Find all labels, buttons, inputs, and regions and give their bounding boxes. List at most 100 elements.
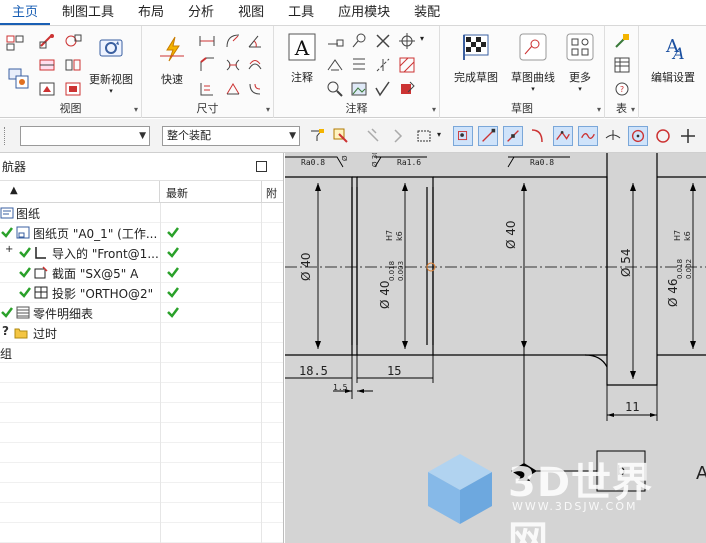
centerline-icon[interactable] bbox=[374, 56, 392, 74]
annotation-more-dropdown-icon[interactable]: ▾ bbox=[420, 34, 424, 43]
surface-finish-icon[interactable] bbox=[374, 80, 392, 98]
tree-row-drawing[interactable]: 图纸 bbox=[0, 203, 283, 223]
ribbon: 更新视图 ▾ 视图 ▾ 快速 尺寸 ▾ A 注释 ▾ 注释 ▾ 完成草图 草图曲… bbox=[0, 26, 706, 118]
area-fill-icon[interactable] bbox=[398, 80, 416, 98]
view-creation-wizard-icon[interactable] bbox=[8, 68, 30, 90]
table-group-launcher-icon[interactable]: ▾ bbox=[631, 105, 635, 114]
tabular-note-icon[interactable] bbox=[613, 32, 631, 50]
rectangle-select-icon[interactable] bbox=[415, 126, 435, 146]
selection-scope-combo[interactable]: 整个装配 ▼ bbox=[162, 126, 300, 146]
parts-list-icon[interactable] bbox=[613, 56, 631, 74]
image-annotation-icon[interactable] bbox=[350, 80, 368, 98]
name-column-header[interactable]: ▲ bbox=[0, 181, 160, 203]
tab-home[interactable]: 主页 bbox=[0, 0, 51, 25]
view-group-launcher-icon[interactable]: ▾ bbox=[134, 105, 138, 114]
diameter-40-left-label: Ø 40 bbox=[299, 252, 313, 281]
cross-annotation-icon[interactable] bbox=[374, 32, 392, 50]
snap-endpoint-icon[interactable] bbox=[478, 126, 498, 146]
chamfer-dimension-icon[interactable] bbox=[198, 56, 216, 74]
feature-control-frame-icon[interactable] bbox=[326, 32, 344, 50]
tree-row-group[interactable]: 组 bbox=[0, 343, 283, 363]
weld-symbol-icon[interactable] bbox=[350, 56, 368, 74]
snap-on-curve-icon[interactable] bbox=[578, 126, 598, 146]
projected-view-icon[interactable] bbox=[38, 32, 56, 50]
latest-column-header[interactable]: 最新 bbox=[166, 185, 188, 201]
linear-dimension-icon[interactable] bbox=[198, 32, 216, 50]
thickness-dimension-icon[interactable] bbox=[224, 56, 242, 74]
toolbar-grip[interactable] bbox=[4, 127, 6, 145]
section-view-icon[interactable] bbox=[38, 56, 56, 74]
snap-control-point-icon[interactable] bbox=[528, 126, 548, 146]
image-view-icon[interactable] bbox=[64, 80, 82, 98]
snap-midpoint-icon[interactable] bbox=[503, 126, 523, 146]
snap-enable-icon[interactable] bbox=[453, 126, 473, 146]
type-filter-combo[interactable]: ▼ bbox=[20, 126, 150, 146]
checkmark-icon[interactable] bbox=[0, 225, 14, 239]
tab-analysis[interactable]: 分析 bbox=[176, 0, 226, 25]
sketch-group-launcher-icon[interactable]: ▾ bbox=[597, 105, 601, 114]
base-view-icon[interactable] bbox=[6, 34, 24, 52]
tab-layout[interactable]: 布局 bbox=[126, 0, 176, 25]
tree-row-sheet[interactable]: 图纸页 "A0_1" (工作... bbox=[0, 223, 283, 243]
radial-dimension-icon[interactable] bbox=[224, 32, 242, 50]
tab-tools[interactable]: 工具 bbox=[276, 0, 326, 25]
rapid-dimension-button[interactable]: 快速 bbox=[150, 34, 194, 87]
ordinate-dimension-icon[interactable] bbox=[198, 80, 216, 98]
arc-length-dimension-icon[interactable] bbox=[246, 56, 264, 74]
tree-row-projected-view[interactable]: 投影 "ORTHO@2" bbox=[0, 283, 283, 303]
finish-sketch-button[interactable]: 完成草图 bbox=[446, 32, 506, 85]
snap-tangent-icon[interactable] bbox=[603, 126, 623, 146]
dimension-group-launcher-icon[interactable]: ▾ bbox=[266, 105, 270, 114]
checkmark-icon[interactable] bbox=[18, 265, 32, 279]
snap-arc-center-icon[interactable] bbox=[628, 126, 648, 146]
diameter-46-label: Ø 46 bbox=[666, 278, 680, 307]
drawing-view-icon[interactable] bbox=[38, 80, 56, 98]
diameter-40-fit-label: Ø 40 bbox=[378, 280, 392, 309]
symbol-search-icon[interactable] bbox=[326, 80, 344, 98]
snap-point-on-grid-icon[interactable] bbox=[678, 126, 698, 146]
perimeter-dimension-icon[interactable] bbox=[224, 80, 242, 98]
tab-application[interactable]: 应用模块 bbox=[326, 0, 402, 25]
tree-row-imported-view[interactable]: + 导入的 "Front@1... bbox=[0, 243, 283, 263]
tab-assembly[interactable]: 装配 bbox=[402, 0, 452, 25]
general-selection-filter-icon[interactable] bbox=[307, 126, 327, 146]
small-diameter-label-2: Ø 30 bbox=[371, 153, 379, 167]
attachment-column-header[interactable]: 附 bbox=[261, 181, 284, 203]
deselect-filter-icon[interactable] bbox=[363, 126, 383, 146]
sketch-curve-dropdown-icon[interactable]: ▾ bbox=[508, 85, 558, 93]
update-view-dropdown-icon[interactable]: ▾ bbox=[86, 87, 136, 95]
target-point-icon[interactable] bbox=[398, 32, 416, 50]
assembly-filter-icon[interactable] bbox=[389, 126, 409, 146]
part-navigator-filter-icon[interactable] bbox=[331, 126, 351, 146]
annotation-group-launcher-icon[interactable]: ▾ bbox=[432, 105, 436, 114]
snap-intersection-icon[interactable] bbox=[553, 126, 573, 146]
datum-target-icon[interactable] bbox=[326, 56, 344, 74]
tree-row-section-view[interactable]: 截面 "SX@5" A bbox=[0, 263, 283, 283]
auto-balloon-icon[interactable]: ? bbox=[613, 80, 631, 98]
dimension-group: 快速 尺寸 ▾ bbox=[142, 26, 274, 118]
select-mode-dropdown-icon[interactable]: ▾ bbox=[437, 130, 441, 139]
tab-view[interactable]: 视图 bbox=[226, 0, 276, 25]
expand-plus-icon[interactable]: + bbox=[5, 244, 13, 255]
angular-dimension-icon[interactable] bbox=[246, 32, 264, 50]
checkmark-icon[interactable] bbox=[18, 245, 32, 259]
datum-feature-symbol-icon[interactable] bbox=[350, 32, 368, 50]
sketch-curve-button[interactable]: 草图曲线 ▾ bbox=[508, 32, 558, 93]
checkmark-icon[interactable] bbox=[18, 285, 32, 299]
tab-drafting-tools[interactable]: 制图工具 bbox=[50, 0, 126, 25]
hatch-icon[interactable] bbox=[398, 56, 416, 74]
detail-view-icon[interactable] bbox=[64, 32, 82, 50]
update-view-button[interactable]: 更新视图 ▾ bbox=[86, 34, 136, 95]
feature-parameters-icon[interactable] bbox=[246, 80, 264, 98]
tree-row-parts-list[interactable]: 零件明细表 bbox=[0, 303, 283, 323]
tree-row-out-of-date[interactable]: ? 过时 bbox=[0, 323, 283, 343]
maximize-icon[interactable] bbox=[256, 161, 267, 172]
edit-settings-button[interactable]: AA 编辑设置 bbox=[643, 32, 703, 85]
sketch-more-button[interactable]: 更多 ▾ bbox=[560, 32, 600, 93]
break-view-icon[interactable] bbox=[64, 56, 82, 74]
snap-quadrant-icon[interactable] bbox=[653, 126, 673, 146]
sketch-more-dropdown-icon[interactable]: ▾ bbox=[560, 85, 600, 93]
drawing-canvas[interactable]: Ra0.8 Ra1.6 Ra0.8 Ø 30 Ø 30 Ø 40 Ø 40 0.… bbox=[285, 153, 706, 543]
note-button[interactable]: A 注释 bbox=[282, 32, 322, 85]
checkmark-icon[interactable] bbox=[0, 305, 14, 319]
